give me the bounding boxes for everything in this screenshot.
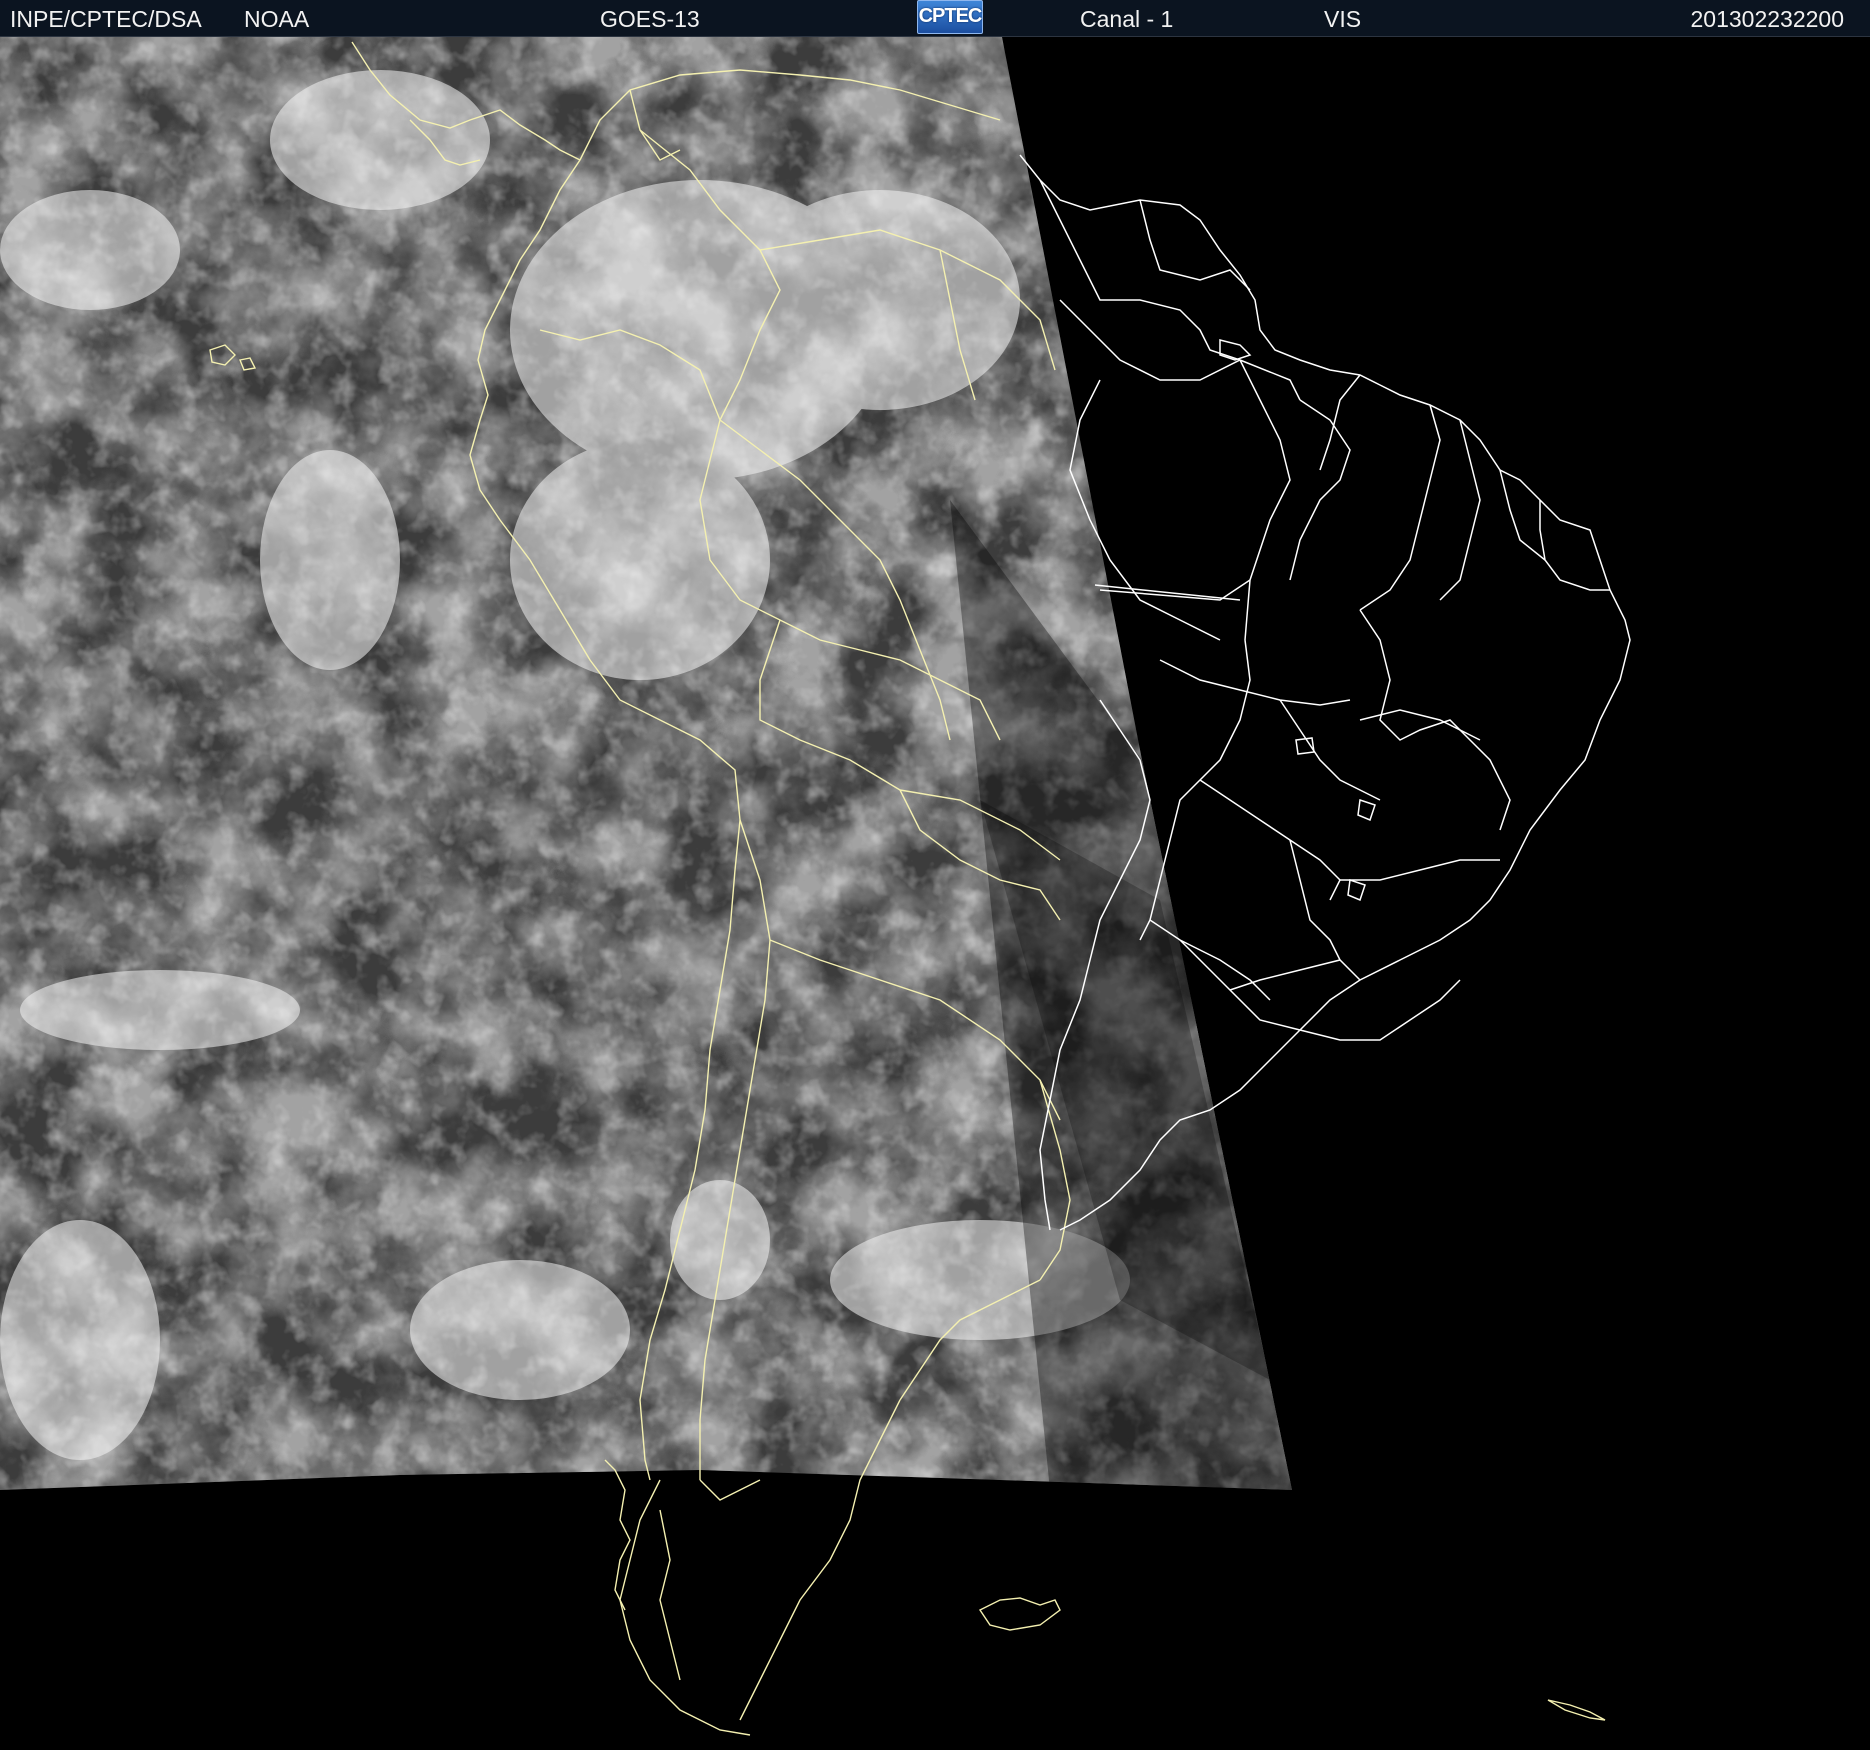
- satellite-label: GOES-13: [600, 6, 700, 32]
- organization-label: INPE/CPTEC/DSA: [10, 6, 202, 32]
- cptec-logo-text: CPTEC: [918, 5, 983, 27]
- satellite-image: [0, 37, 1870, 1750]
- header-bar: INPE/CPTEC/DSA NOAA GOES-13 CPTEC Canal …: [0, 0, 1870, 37]
- band-label: VIS: [1324, 6, 1362, 32]
- agency-label: NOAA: [244, 6, 310, 32]
- timestamp-label: 201302232200: [1690, 6, 1845, 32]
- channel-label: Canal - 1: [1080, 6, 1174, 32]
- cptec-logo: CPTEC: [917, 0, 983, 34]
- satellite-image-svg: [0, 37, 1870, 1750]
